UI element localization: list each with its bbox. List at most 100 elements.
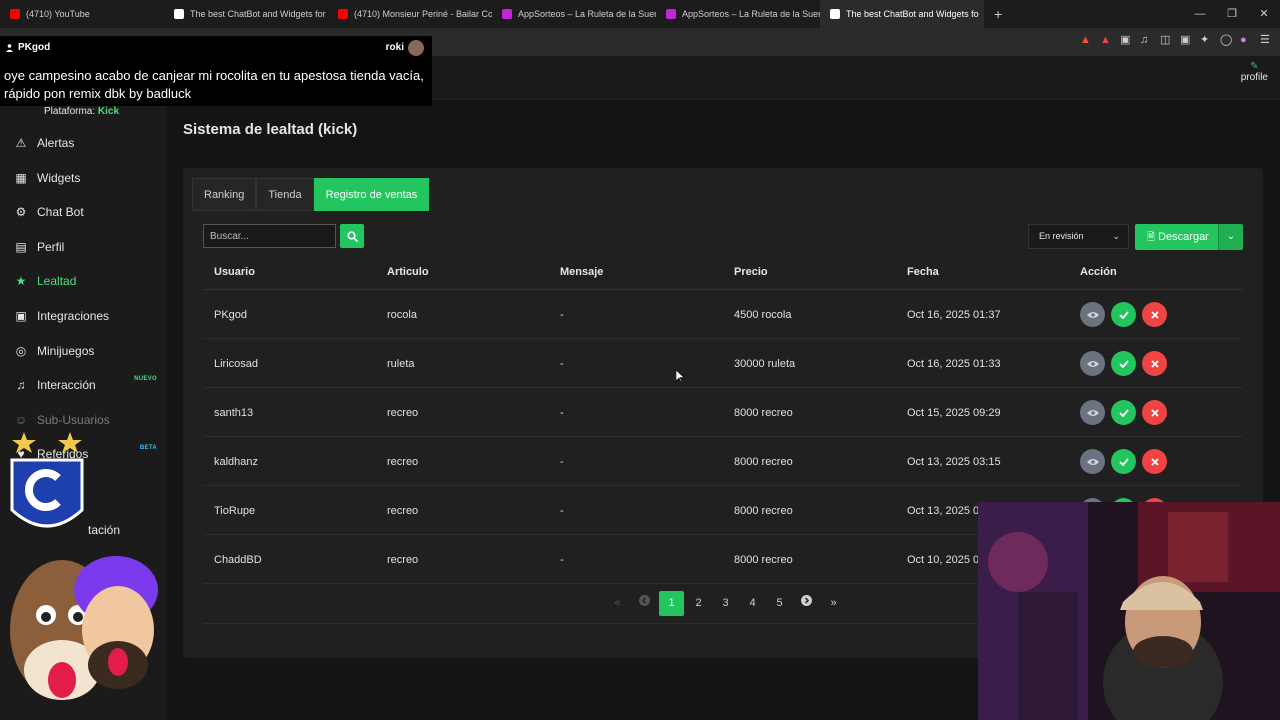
cell-user: ChaddBD [214,554,262,566]
view-button[interactable] [1080,449,1105,474]
widgets-icon: ▦ [15,170,27,185]
reject-button[interactable] [1142,449,1167,474]
table-row: PKgod rocola - 4500 rocola Oct 16, 2025 01:3… [203,290,1243,339]
eye-icon [1086,409,1099,416]
cell-user: santh13 [214,407,254,419]
table-row: santh13 recreo - 8000 recreo Oct 15, 2025 09… [203,388,1243,437]
search-icon [346,230,358,242]
new-tab-icon[interactable]: + [984,6,1012,22]
tab-ranking[interactable]: Ranking [192,178,257,211]
eye-icon [1086,458,1099,465]
sidebar-badge: NUEVO [134,376,157,383]
window-controls: — ❐ ✕ [1184,0,1280,28]
sidebar-item-widgets[interactable]: ▦ Widgets [0,163,167,193]
browser-tab[interactable]: AppSorteos – La Ruleta de la Suerte [656,0,820,28]
last-page-icon[interactable]: » [820,591,847,616]
download-button[interactable]: 🗎 Descargar [1135,224,1218,250]
sidebar-item-interacci-n[interactable]: ♫ Interacción NUEVO [0,370,167,400]
profile-link[interactable]: ✎ profile [1240,61,1268,84]
shield-icon[interactable]: ▲ [1080,34,1091,46]
browser-tab[interactable]: AppSorteos – La Ruleta de la Suerte [492,0,656,28]
minimize-icon[interactable]: — [1184,0,1216,28]
reject-button[interactable] [1142,351,1167,376]
search-input[interactable] [203,224,336,248]
screenshot-icon[interactable]: ▣ [1120,34,1130,46]
loyalty-tabs: Ranking Tienda Registro de ventas [192,178,430,211]
search-button[interactable] [340,224,364,248]
profile-label: profile [1240,72,1268,83]
close-icon [1150,310,1159,319]
extension-icon[interactable]: ● [1240,34,1250,46]
previous-page-icon[interactable] [631,591,658,616]
view-button[interactable] [1080,302,1105,327]
warning-icon: ⚠ [15,136,27,150]
download-options-toggle[interactable]: ⌄ [1218,224,1243,250]
platform-label: Plataforma: [44,106,96,117]
page-button[interactable]: 3 [712,591,739,616]
extensions-toolbar: ▲ ▲ ▣ ♫ ◫ ▣ ✦ ◯ ● ☰ [1080,34,1270,46]
approve-button[interactable] [1111,449,1136,474]
close-icon [1150,457,1159,466]
cell-item: recreo [387,505,419,517]
status-filter-select[interactable]: En revisión ⌄ [1028,224,1129,249]
page-button[interactable]: 5 [766,591,793,616]
sidebar-item-minijuegos[interactable]: ◎ Minijuegos [0,336,167,366]
menu-icon[interactable]: ☰ [1260,34,1270,46]
approve-button[interactable] [1111,351,1136,376]
tab-tienda[interactable]: Tienda [256,178,314,211]
robot-icon: ⚙ [15,205,27,220]
browser-tab[interactable]: (4710) Monsieur Periné - Bailar Conti [328,0,492,28]
cell-message: - [560,456,564,468]
tab-favicon-icon [666,9,676,19]
cell-message: - [560,407,564,419]
music-ext-icon[interactable]: ♫ [1140,34,1150,46]
pagination: « 1 2 3 4 5 » [604,591,847,616]
sidebar-toggle-icon[interactable]: ◫ [1160,34,1170,46]
cell-date: Oct 16, 2025 01:37 [907,309,1001,321]
sidebar-item-lealtad[interactable]: ★ Lealtad [0,266,167,296]
sidebar-item-alertas[interactable]: ⚠ Alertas [0,128,167,158]
cell-item: rocola [387,309,417,321]
leo-icon[interactable]: ✦ [1200,34,1210,46]
sidebar-item-label: Sub-Usuarios [37,412,110,427]
browser-tab[interactable]: The best ChatBot and Widgets for Ki [164,0,328,28]
approve-button[interactable] [1111,400,1136,425]
next-page-icon[interactable] [793,591,820,616]
cell-date: Oct 10, 2025 0 [907,554,980,566]
row-actions [1080,351,1167,376]
approve-button[interactable] [1111,302,1136,327]
chat-overlay: PKgod roki oye campesino acabo de canjea… [0,36,432,106]
platform-value: Kick [97,106,120,117]
view-button[interactable] [1080,351,1105,376]
page-button[interactable]: 1 [659,591,684,616]
page-button[interactable]: 2 [685,591,712,616]
sidebar-item-label: Integraciones [37,309,110,323]
reject-button[interactable] [1142,302,1167,327]
sidebar-item-integraciones[interactable]: ▣ Integraciones [0,301,167,331]
wallet-icon[interactable]: ▣ [1180,34,1190,46]
restore-icon[interactable]: ❐ [1216,0,1248,28]
rewards-icon[interactable]: ▲ [1100,34,1111,46]
browser-tab[interactable]: The best ChatBot and Widgets fo✕ [820,0,984,28]
vpn-icon[interactable]: ◯ [1220,34,1232,46]
chat-streamer-name: roki [385,42,404,53]
edit-icon: ✎ [1250,61,1259,72]
close-window-icon[interactable]: ✕ [1248,0,1280,28]
browser-tab[interactable]: (4710) YouTube [0,0,164,28]
eye-icon [1086,360,1099,367]
tab-title: (4710) Monsieur Periné - Bailar Conti [354,9,492,19]
sidebar-item-label: Chat Bot [37,205,84,220]
page-button[interactable]: 4 [739,591,766,616]
first-page-icon[interactable]: « [604,591,631,616]
sidebar-item-chat-bot[interactable]: ⚙ Chat Bot [0,197,167,227]
cell-item: recreo [387,407,419,419]
sidebar-item-perfil[interactable]: ▤ Perfil [0,232,167,262]
column-header: Fecha [907,266,939,278]
reject-button[interactable] [1142,400,1167,425]
tab-registro-de-ventas[interactable]: Registro de ventas [313,178,430,211]
chat-username: PKgod [18,42,51,53]
sidebar-item-label: Minijuegos [37,343,95,358]
view-button[interactable] [1080,400,1105,425]
chat-message: oye campesino acabo de canjear mi rocoli… [4,68,424,101]
cell-user: kaldhanz [214,456,259,468]
